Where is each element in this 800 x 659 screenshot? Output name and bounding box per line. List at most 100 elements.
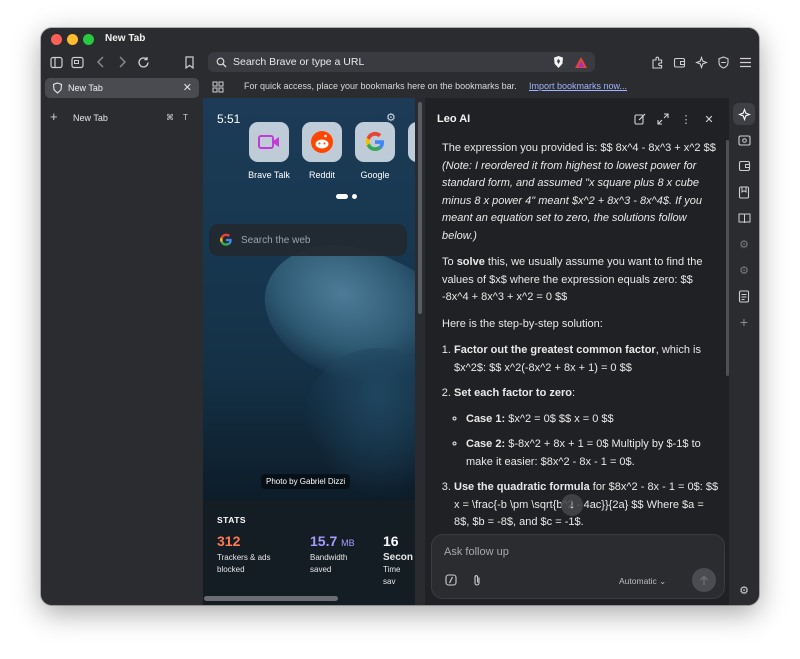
follow-up-input[interactable]: Ask follow up Automatic ⌄: [431, 534, 725, 599]
plus-icon: +: [50, 109, 58, 124]
tile-label-google: Google: [360, 170, 390, 180]
vertical-scrollbar[interactable]: [418, 102, 422, 314]
menu-icon[interactable]: [737, 54, 753, 70]
cases-list: Case 1: $x^2 = 0$ $$ x = 0 $$ Case 2: $-…: [454, 411, 720, 472]
leo-response: The expression you provided is: $$ 8x^4 …: [442, 140, 720, 540]
list-item: Use the quadratic formula for $8x^2 - 8x…: [454, 479, 720, 532]
leo-header: Leo AI ⋮ ✕: [425, 98, 729, 138]
maximize-window-button[interactable]: [83, 34, 94, 45]
model-selector[interactable]: Automatic ⌄: [619, 576, 666, 587]
response-intro: The expression you provided is: $$ 8x^4 …: [442, 142, 716, 242]
bandwidth-saved: 15.7 MB: [310, 533, 355, 549]
list-item: Case 2: $-8x^2 + 8x + 1 = 0$ Multiply by…: [466, 436, 720, 471]
chevron-down-icon: ⌄: [659, 576, 667, 586]
bookmark-icon[interactable]: [181, 54, 197, 70]
brave-rewards-icon[interactable]: [573, 54, 589, 70]
brave-tab-icon: [49, 80, 65, 96]
brave-talk-icon[interactable]: [736, 132, 752, 148]
google-icon: [365, 131, 385, 152]
tile-label-reddit: Reddit: [308, 170, 335, 180]
title-bar: New Tab: [41, 28, 759, 50]
browser-window: New Tab Search Brave or type a URL New T…: [41, 28, 759, 605]
address-bar[interactable]: Search Brave or type a URL: [208, 52, 595, 72]
leo-ai-icon[interactable]: [736, 106, 752, 122]
reddit-icon: [311, 131, 333, 153]
photo-credit[interactable]: Photo by Gabriel Dizzi: [261, 474, 351, 489]
time-saved-label: Secon Time sav: [383, 552, 414, 586]
window-title: New Tab: [105, 33, 146, 44]
stats-title: STATS: [217, 515, 247, 525]
tab-title: New Tab: [68, 83, 103, 93]
wallet-icon[interactable]: [736, 158, 752, 174]
more-options-icon[interactable]: ⋮: [679, 112, 693, 126]
tile-label-brave-talk: Brave Talk: [248, 170, 290, 180]
right-sidebar-rail: ⚙ ⚙ + ⚙: [729, 98, 759, 605]
reading-list-icon[interactable]: [736, 210, 752, 226]
forward-icon[interactable]: [114, 54, 130, 70]
settings-gear-icon[interactable]: ⚙: [736, 236, 752, 252]
trackers-count: 312: [217, 533, 241, 549]
apps-grid-icon[interactable]: [210, 79, 226, 95]
import-bookmarks-link[interactable]: Import bookmarks now...: [529, 81, 627, 91]
list-item: Case 1: $x^2 = 0$ $$ x = 0 $$: [466, 411, 720, 429]
clock: 5:51: [217, 112, 241, 126]
google-search-icon: [219, 233, 233, 252]
edit-icon[interactable]: [633, 112, 647, 126]
wallet-icon[interactable]: [671, 54, 687, 70]
close-icon[interactable]: ✕: [702, 112, 716, 126]
page-dot-active[interactable]: [336, 194, 348, 199]
page-dot[interactable]: [352, 194, 357, 199]
search-placeholder: Search the web: [241, 235, 311, 246]
arrow-up-icon: [700, 575, 708, 585]
scroll-to-bottom-icon[interactable]: ↓: [561, 494, 583, 516]
panel-divider[interactable]: [415, 98, 425, 605]
trackers-label: Trackers & ads blocked: [217, 553, 271, 574]
leo-ai-panel: Leo AI ⋮ ✕ The expression you provided i…: [425, 98, 729, 605]
close-window-button[interactable]: [51, 34, 62, 45]
history-icon[interactable]: [736, 288, 752, 304]
add-panel-icon[interactable]: +: [736, 314, 752, 330]
new-tab-page: 5:51 ⚙ Brave Talk Reddit Google Search t…: [203, 98, 415, 605]
expand-icon[interactable]: [656, 112, 670, 126]
leo-ai-icon[interactable]: [693, 54, 709, 70]
time-saved: 16: [383, 533, 399, 549]
brave-shields-icon[interactable]: [550, 54, 566, 70]
send-button[interactable]: [692, 568, 716, 592]
slash-commands-icon[interactable]: [444, 573, 458, 587]
attachment-icon[interactable]: [470, 573, 484, 587]
bookmarks-bar: For quick access, place your bookmarks h…: [203, 76, 759, 98]
list-item: Factor out the greatest common factor, w…: [454, 342, 720, 377]
address-bar-placeholder: Search Brave or type a URL: [233, 56, 365, 68]
bookmarks-hint: For quick access, place your bookmarks h…: [244, 81, 517, 91]
sidebar-settings-icon[interactable]: ⚙: [736, 582, 752, 598]
tile-partial[interactable]: [408, 122, 415, 162]
extensions-icon[interactable]: [649, 54, 665, 70]
back-icon[interactable]: [93, 54, 109, 70]
shortcut-key-t: T: [183, 113, 188, 122]
video-camera-icon: [258, 135, 279, 149]
horizontal-scrollbar[interactable]: [204, 596, 338, 601]
minimize-window-button[interactable]: [67, 34, 78, 45]
new-tab-button[interactable]: + New Tab ⌘ T: [45, 108, 199, 128]
toolbar: Search Brave or type a URL: [41, 50, 759, 76]
tile-google[interactable]: [355, 122, 395, 162]
vertical-tabs-sidebar: New Tab ✕ + New Tab ⌘ T: [41, 76, 203, 605]
list-item: Set each factor to zero: Case 1: $x^2 = …: [454, 385, 720, 471]
leo-title: Leo AI: [437, 113, 471, 125]
bookmarks-icon[interactable]: [736, 184, 752, 200]
search-icon: [213, 54, 229, 70]
tile-brave-talk[interactable]: [249, 122, 289, 162]
close-tab-icon[interactable]: ✕: [183, 81, 192, 94]
vpn-shield-icon[interactable]: [715, 54, 731, 70]
response-steps-intro: Here is the step-by-step solution:: [442, 317, 603, 330]
settings-gear-icon-2[interactable]: ⚙: [736, 262, 752, 278]
reload-icon[interactable]: [135, 54, 151, 70]
sidebar-toggle-icon[interactable]: [48, 54, 64, 70]
tab-new-tab[interactable]: New Tab ✕: [45, 78, 199, 98]
bandwidth-label: Bandwidth saved: [310, 553, 348, 574]
tab-overview-icon[interactable]: [69, 54, 85, 70]
search-box[interactable]: Search the web: [209, 224, 407, 256]
stats-panel: STATS 312 Trackers & ads blocked 15.7 MB …: [203, 500, 415, 605]
tile-reddit[interactable]: [302, 122, 342, 162]
response-solve: To solve this, we usually assume you wan…: [442, 256, 703, 303]
